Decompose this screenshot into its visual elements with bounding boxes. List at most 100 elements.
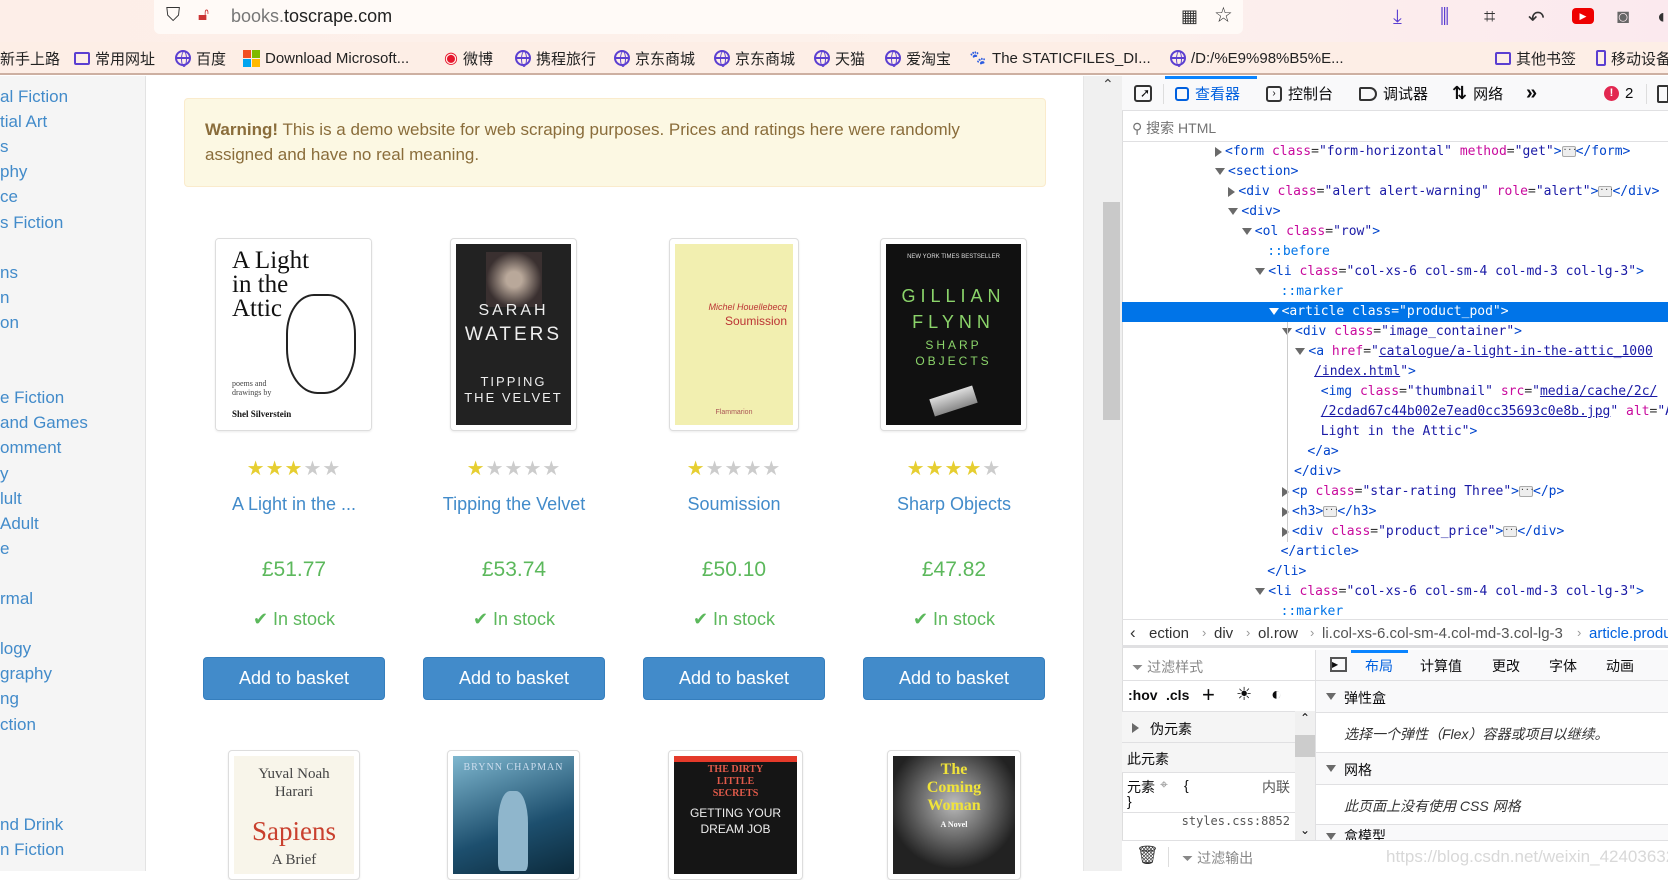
markup-node[interactable]: </div> bbox=[1122, 462, 1668, 482]
filter-styles-input[interactable]: ⏷ 过滤样式 bbox=[1122, 650, 1315, 681]
markup-node[interactable]: /2cdad67c44b002e7ead0cc35693c0e8b.jpg" a… bbox=[1122, 402, 1668, 422]
bookmark-item[interactable]: ◉ 微博 bbox=[444, 48, 493, 68]
product-image-link[interactable]: A Light in the Attic poems and drawings by… bbox=[215, 238, 372, 431]
tab-console[interactable]: › 控制台 bbox=[1266, 76, 1333, 111]
shield-icon[interactable]: ⛉ bbox=[166, 5, 180, 27]
search-html-input[interactable]: ⚲ 搜索 HTML bbox=[1122, 111, 1668, 142]
breadcrumb-item[interactable]: ol.row bbox=[1258, 625, 1298, 642]
sidebar-category-link[interactable]: tial Art bbox=[0, 112, 47, 132]
download-icon[interactable]: ⤓ bbox=[1393, 6, 1402, 29]
sidebar-category-link[interactable]: e Fiction bbox=[0, 388, 64, 408]
qr-code-icon[interactable]: ▦ bbox=[1181, 6, 1198, 27]
expanded-triangle-icon[interactable] bbox=[1228, 208, 1239, 215]
add-to-basket-button[interactable]: Add to basket bbox=[423, 657, 605, 700]
markup-node[interactable]: </li> bbox=[1122, 562, 1668, 582]
product-title-link[interactable]: Sharp Objects bbox=[844, 494, 1064, 515]
add-to-basket-button[interactable]: Add to basket bbox=[863, 657, 1045, 700]
scroll-up-icon[interactable]: ⌃ bbox=[1102, 76, 1114, 93]
sidebar-category-link[interactable]: rmal bbox=[0, 589, 33, 609]
sidebar-category-link[interactable]: e bbox=[0, 539, 9, 559]
extension-icon[interactable]: ◖ bbox=[1655, 6, 1667, 29]
expanded-triangle-icon[interactable] bbox=[1241, 228, 1252, 235]
add-to-basket-button[interactable]: Add to basket bbox=[203, 657, 385, 700]
product-image-link[interactable]: The Coming Woman A Novel bbox=[887, 750, 1021, 880]
markup-node[interactable]: /index.html"> bbox=[1122, 362, 1668, 382]
sidebar-category-link[interactable]: logy bbox=[0, 639, 31, 659]
bookmark-star-icon[interactable]: ☆ bbox=[1214, 3, 1233, 28]
markup-node[interactable]: <li class="col-xs-6 col-sm-4 col-md-3 co… bbox=[1122, 582, 1668, 602]
tab-inspector[interactable]: 查看器 bbox=[1175, 76, 1240, 111]
breadcrumb-item[interactable]: ection bbox=[1149, 625, 1189, 642]
sidebar-category-link[interactable]: phy bbox=[0, 162, 27, 182]
light-scheme-icon[interactable]: ☀ bbox=[1236, 684, 1252, 705]
product-title-link[interactable]: Tipping the Velvet bbox=[404, 494, 624, 515]
expanded-triangle-icon[interactable] bbox=[1215, 168, 1225, 175]
collapsed-triangle-icon[interactable] bbox=[1282, 486, 1289, 497]
markup-node[interactable]: <h3>···</h3> bbox=[1122, 502, 1668, 522]
bookmark-item[interactable]: 爱淘宝 bbox=[885, 48, 951, 68]
bookmark-item[interactable]: /D:/%E9%98%B5%E... bbox=[1170, 48, 1344, 68]
other-bookmarks-folder[interactable]: 其他书签 bbox=[1495, 48, 1576, 68]
markup-token[interactable]: catalogue/a-light-in-the-attic_1000 bbox=[1379, 344, 1653, 359]
ellipsis-expand-icon[interactable]: ··· bbox=[1598, 186, 1614, 197]
markup-node[interactable]: <div class="alert alert-warning" role="a… bbox=[1122, 182, 1668, 202]
rules-scrollbar[interactable]: ⌃ ⌄ bbox=[1295, 711, 1315, 840]
bookmark-item[interactable]: 京东商城 bbox=[714, 48, 795, 68]
bookmark-item[interactable]: 百度 bbox=[175, 48, 226, 68]
dock-options-icon[interactable] bbox=[1657, 76, 1668, 111]
screenshot-crop-icon[interactable]: ⌗ bbox=[1484, 6, 1495, 29]
ellipsis-expand-icon[interactable]: ··· bbox=[1503, 526, 1519, 537]
add-to-basket-button[interactable]: Add to basket bbox=[643, 657, 825, 700]
sidebar-category-link[interactable]: Adult bbox=[0, 514, 39, 534]
url-text[interactable]: books.toscrape.com bbox=[231, 6, 392, 27]
breadcrumb-item[interactable]: div bbox=[1214, 625, 1233, 642]
collapsed-triangle-icon[interactable] bbox=[1228, 186, 1236, 197]
markup-node[interactable]: </a> bbox=[1122, 442, 1668, 462]
sidebar-category-link[interactable]: s bbox=[0, 137, 9, 157]
markup-token[interactable]: /index.html bbox=[1314, 364, 1400, 379]
markup-node[interactable]: ::before bbox=[1122, 242, 1668, 262]
back-arrow-icon[interactable]: ↶ bbox=[1528, 6, 1545, 31]
product-image-link[interactable]: Yuval Noah Harari Sapiens A Brief bbox=[228, 750, 360, 880]
page-scrollbar-thumb[interactable] bbox=[1103, 202, 1120, 420]
markup-node[interactable]: <a href="catalogue/a-light-in-the-attic_… bbox=[1122, 342, 1668, 362]
insecure-lock-icon[interactable]: 🔓︎ bbox=[198, 5, 209, 25]
tab-animations[interactable]: 动画 bbox=[1606, 656, 1634, 676]
markup-node[interactable]: <form class="form-horizontal" method="ge… bbox=[1122, 142, 1668, 162]
markup-node[interactable]: <div> bbox=[1122, 202, 1668, 222]
markup-token[interactable]: /2cdad67c44b002e7ead0cc35693c0e8b.jpg bbox=[1321, 404, 1611, 419]
tab-layout[interactable]: 布局 bbox=[1365, 656, 1393, 676]
sidebar-category-link[interactable]: lult bbox=[0, 489, 22, 509]
bookmark-item[interactable]: 🐾︎ The STATICFILES_DI... bbox=[968, 48, 1151, 68]
product-title-link[interactable]: Soumission bbox=[624, 494, 844, 515]
node-highlight-icon[interactable]: ⌖ bbox=[1160, 776, 1168, 793]
breadcrumb-item[interactable]: li.col-xs-6.col-sm-4.col-md-3.col-lg-3 bbox=[1322, 625, 1563, 642]
breadcrumb-item-selected[interactable]: article.product_pod bbox=[1589, 625, 1668, 642]
mobile-bookmarks[interactable]: 移动设备 bbox=[1596, 48, 1668, 68]
product-image-link[interactable]: NEW YORK TIMES BESTSELLER GILLIAN FLYNN … bbox=[880, 238, 1027, 431]
sidebar-category-link[interactable]: n bbox=[0, 288, 9, 308]
markup-node[interactable]: <div class="image_container"> bbox=[1122, 322, 1668, 342]
url-bar[interactable]: ⛉ 🔓︎ books.toscrape.com ▦ ☆ bbox=[154, 0, 1243, 34]
ellipsis-expand-icon[interactable]: ··· bbox=[1519, 486, 1534, 497]
markup-node[interactable]: <ol class="row"> bbox=[1122, 222, 1668, 242]
toggle-sidebar-icon[interactable]: ▶ bbox=[1330, 657, 1347, 672]
page-scrollbar[interactable]: ⌃ bbox=[1083, 76, 1122, 871]
markup-node[interactable]: ::marker bbox=[1122, 282, 1668, 302]
bookmark-item[interactable]: 天猫 bbox=[814, 48, 865, 68]
collapsed-triangle-icon[interactable] bbox=[1282, 506, 1289, 517]
trash-icon[interactable]: 🗑︎ bbox=[1136, 845, 1159, 866]
expanded-triangle-icon[interactable] bbox=[1255, 588, 1266, 595]
markup-node[interactable]: <div class="product_price">···</div> bbox=[1122, 522, 1668, 542]
sidebar-category-link[interactable]: ce bbox=[0, 187, 18, 207]
ellipsis-expand-icon[interactable]: ··· bbox=[1561, 146, 1577, 157]
expanded-triangle-icon[interactable] bbox=[1255, 268, 1266, 275]
flexbox-section-toggle[interactable]: 弹性盒 bbox=[1316, 681, 1668, 713]
sidebar-category-link[interactable]: nd Drink bbox=[0, 815, 63, 835]
sidebar-category-link[interactable]: ns bbox=[0, 263, 18, 283]
breadcrumb-scroll-left-icon[interactable]: ‹ bbox=[1130, 623, 1136, 643]
tab-debugger[interactable]: 调试器 bbox=[1359, 76, 1428, 111]
ellipsis-expand-icon[interactable]: ··· bbox=[1323, 506, 1339, 517]
add-rule-icon[interactable]: + bbox=[1202, 682, 1215, 708]
hov-toggle[interactable]: :hov bbox=[1128, 687, 1158, 703]
